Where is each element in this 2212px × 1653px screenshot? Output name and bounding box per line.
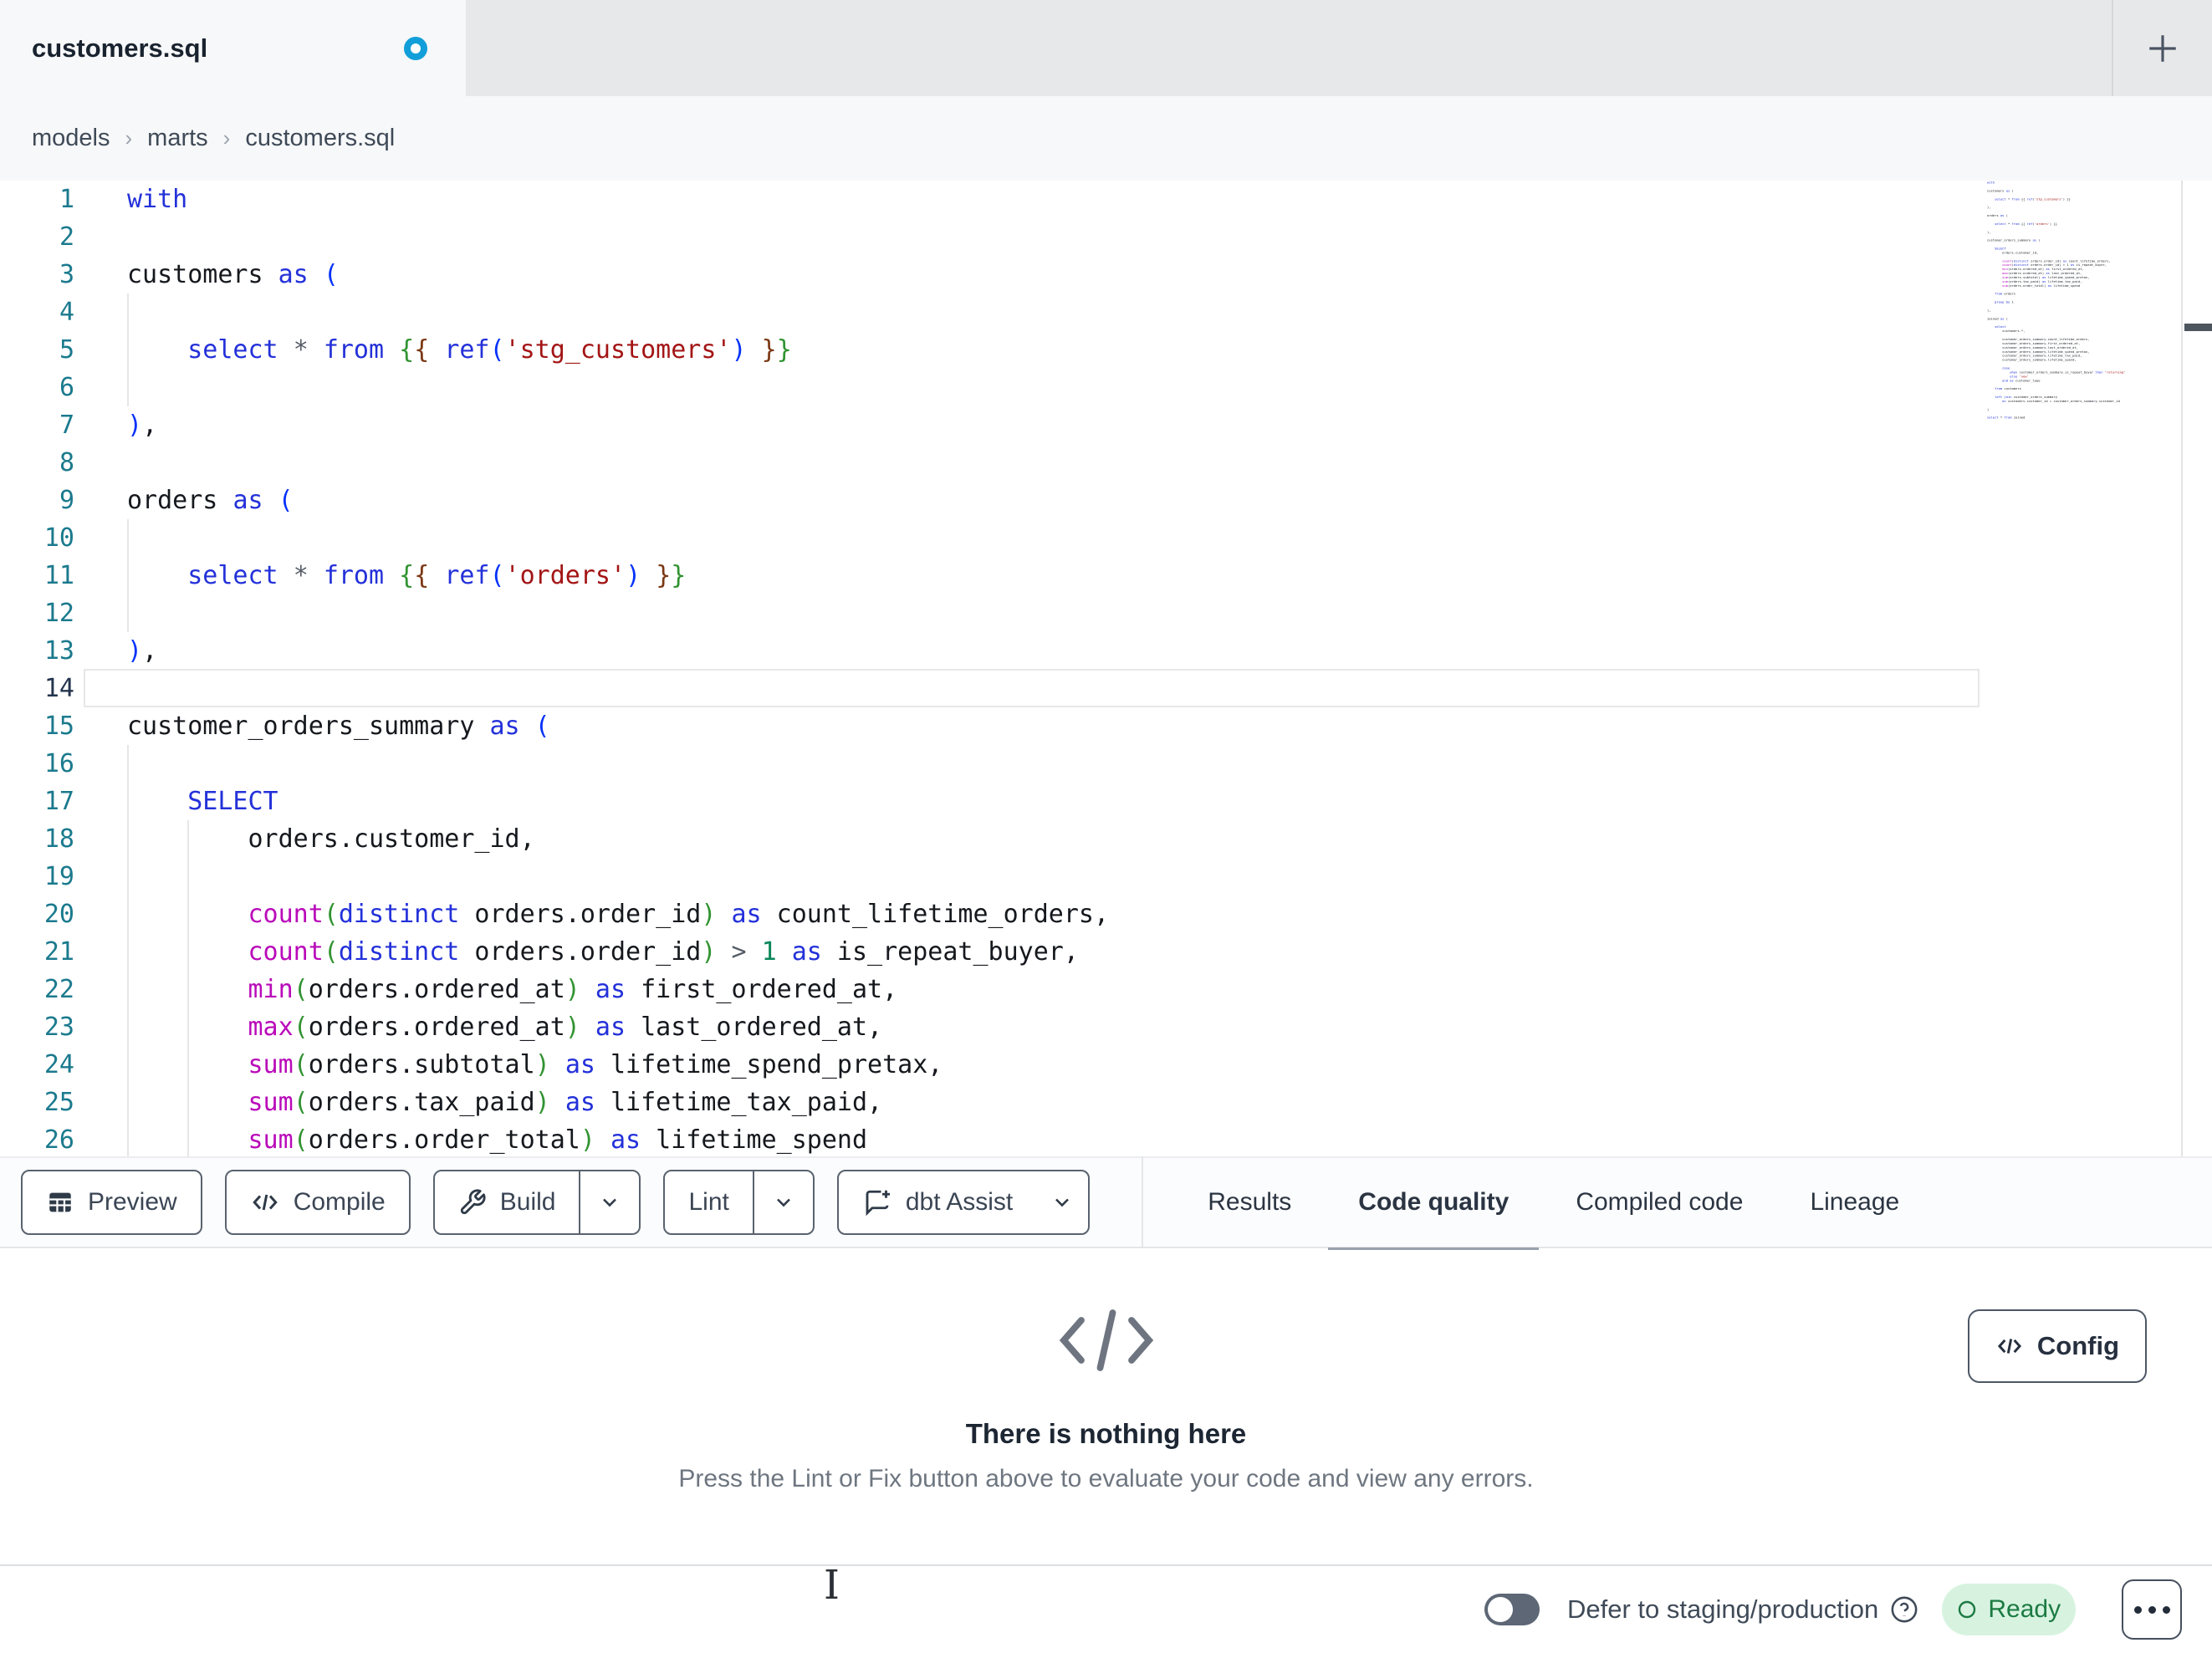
dbt-ide-window: customers.sql models › marts › customers… (0, 0, 2212, 1653)
assist-label: dbt Assist (905, 1188, 1014, 1216)
code-line: 10 (43, 523, 74, 553)
ready-label: Ready (1988, 1595, 2061, 1623)
lint-dropdown-button[interactable] (752, 1171, 813, 1233)
code-quality-panel: There is nothing here Press the Lint or … (0, 1250, 2212, 1564)
breadcrumb-item-file: customers.sql (245, 125, 396, 151)
chevron-right-icon: › (125, 125, 133, 151)
build-button[interactable]: Build (432, 1170, 641, 1235)
preview-button[interactable]: Preview (21, 1170, 202, 1235)
code-line: 14 (43, 674, 74, 703)
tab-label: customers.sql (32, 33, 208, 63)
toolbar-divider (1142, 1156, 1144, 1248)
code-line: 24 sum(orders.subtotal) as lifetime_spen… (43, 1050, 943, 1079)
code-line: 19 (43, 862, 74, 891)
help-circle-icon (1891, 1596, 1918, 1623)
chevron-right-icon: › (222, 125, 231, 151)
assist-dropdown-button[interactable] (1036, 1171, 1088, 1233)
breadcrumb-item-models[interactable]: models (32, 125, 110, 152)
code-line: 8 (59, 448, 74, 477)
code-slash-icon (1059, 1309, 1153, 1371)
empty-state: There is nothing here Press the Lint or … (0, 1300, 2212, 1493)
empty-state-title: There is nothing here (965, 1418, 1247, 1449)
code-line: 2 (59, 222, 74, 252)
code-line: 21 count(distinct orders.order_id) > 1 a… (43, 937, 1079, 967)
editor-tab-bar: customers.sql (0, 0, 2212, 96)
assist-chat-icon (866, 1190, 890, 1217)
breadcrumb: models › marts › customers.sql (32, 96, 395, 181)
tab-customers-sql[interactable]: customers.sql (0, 0, 466, 96)
status-circle-icon (1959, 1600, 1976, 1619)
editor-toolbar: Preview Compile Build Lint dbt Assist Re… (0, 1156, 2212, 1253)
breadcrumb-row: models › marts › customers.sql Save (0, 96, 2212, 266)
tab-compiled-code[interactable]: Compiled code (1576, 1158, 1743, 1247)
more-options-button[interactable] (2122, 1579, 2183, 1640)
code-line: 16 (43, 749, 74, 778)
preview-label: Preview (88, 1188, 177, 1216)
new-tab-button[interactable] (2129, 15, 2196, 82)
ruler-marker (2184, 324, 2212, 331)
code-line: 12 (43, 599, 74, 628)
text-cursor-pointer: I (824, 1562, 840, 1609)
chevron-down-icon (603, 1198, 617, 1207)
wrench-icon (460, 1189, 486, 1215)
config-label: Config (2036, 1331, 2120, 1360)
unsaved-changes-icon (404, 37, 427, 60)
chevron-down-icon (1055, 1198, 1070, 1207)
tabbar-divider (2112, 0, 2113, 96)
dbt-assist-button[interactable]: dbt Assist (836, 1170, 1091, 1235)
code-line: 13), (43, 636, 158, 666)
code-line: 17 SELECT (43, 787, 278, 816)
status-bar: Defer to staging/production Ready (0, 1564, 2212, 1653)
code-line: 11 select * from {{ ref('orders') }} (43, 561, 687, 590)
code-line: 5 select * from {{ ref('stg_customers') … (59, 335, 792, 365)
code-icon (252, 1194, 278, 1211)
code-line: 26 sum(orders.order_total) as lifetime_s… (43, 1125, 868, 1155)
code-line: 9 orders as ( (59, 486, 294, 515)
lint-button[interactable]: Lint (663, 1170, 815, 1235)
code-line: 4 (59, 298, 74, 327)
table-icon (49, 1192, 71, 1212)
code-line: 25 sum(orders.tax_paid) as lifetime_tax_… (43, 1088, 883, 1117)
code-line: 23 max(orders.ordered_at) as last_ordere… (43, 1013, 883, 1042)
status-badge-ready[interactable]: Ready (1942, 1584, 2077, 1635)
tab-lineage[interactable]: Lineage (1810, 1158, 1899, 1247)
defer-toggle[interactable] (1484, 1594, 1540, 1625)
build-label: Build (499, 1188, 556, 1216)
minimap-content: with customers as ( select * from {{ ref… (1987, 181, 2126, 420)
help-button[interactable] (1890, 1595, 1918, 1624)
code-line: 1 with (59, 185, 188, 214)
compile-label: Compile (293, 1188, 386, 1216)
plus-icon (2149, 35, 2176, 62)
code-editor[interactable]: 1 with 2 3 customers as ( 4 5 select * from {{… (0, 181, 2212, 1156)
code-line: 6 (59, 373, 74, 402)
tab-code-quality[interactable]: Code quality (1328, 1158, 1540, 1253)
overview-ruler[interactable] (2184, 181, 2212, 1156)
code-line: 3 customers as ( (59, 260, 339, 289)
code-line: 15 customer_orders_summary as ( (43, 712, 550, 741)
code-line: 22 min(orders.ordered_at) as first_order… (43, 975, 898, 1004)
defer-label: Defer to staging/production (1567, 1594, 1879, 1624)
code-line: 18 orders.customer_id, (43, 824, 535, 854)
chevron-down-icon (776, 1198, 790, 1207)
tab-results[interactable]: Results (1208, 1158, 1291, 1247)
ellipsis-icon (2133, 1605, 2142, 1614)
code-line: 20 count(distinct orders.order_id) as co… (43, 900, 1110, 929)
breadcrumb-item-marts[interactable]: marts (147, 125, 208, 152)
compile-button[interactable]: Compile (224, 1170, 411, 1235)
code-icon (1997, 1339, 2021, 1354)
build-dropdown-button[interactable] (579, 1171, 639, 1233)
empty-state-subtitle: Press the Lint or Fix button above to ev… (678, 1465, 1534, 1492)
minimap[interactable]: with customers as ( select * from {{ ref… (1984, 181, 2183, 1156)
config-button[interactable]: Config (1968, 1309, 2147, 1383)
panel-tabs: Results Code quality Compiled code Linea… (1208, 1158, 1899, 1253)
code-line: 7), (59, 411, 158, 440)
toggle-knob (1488, 1597, 1513, 1622)
lint-label: Lint (688, 1188, 729, 1216)
